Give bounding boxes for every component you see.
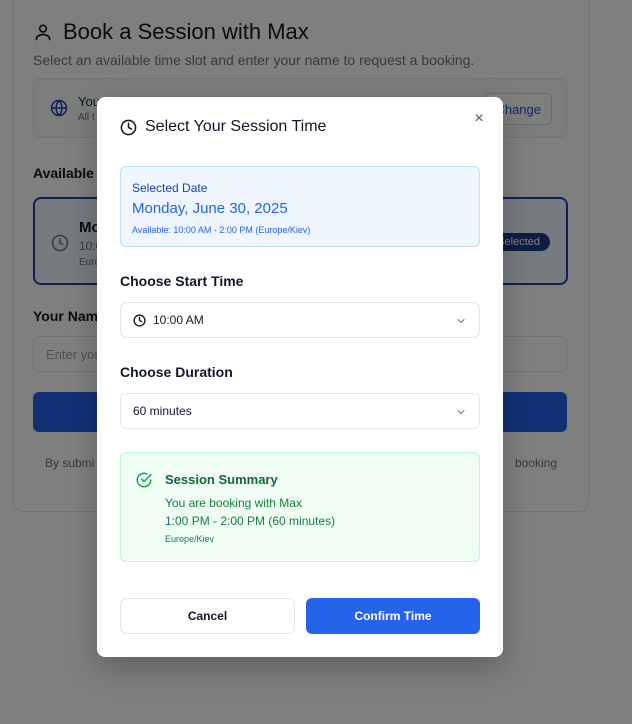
summary-timezone: Europe/Kiev: [165, 534, 215, 544]
duration-select[interactable]: 60 minutes: [120, 393, 480, 429]
clock-icon: [133, 313, 146, 327]
selected-date-label: Selected Date: [132, 181, 208, 195]
summary-host: You are booking with Max: [165, 496, 302, 510]
confirm-time-button[interactable]: Confirm Time: [306, 598, 480, 634]
summary-time-range: 1:00 PM - 2:00 PM (60 minutes): [165, 514, 336, 528]
session-summary: Session Summary You are booking with Max…: [120, 452, 480, 562]
summary-title: Session Summary: [165, 472, 278, 487]
start-time-value: 10:00 AM: [153, 313, 204, 327]
clock-icon: [120, 119, 137, 135]
session-time-modal: × Select Your Session Time Selected Date…: [97, 97, 503, 657]
chevron-down-icon: [457, 410, 465, 415]
check-circle-icon: [136, 472, 152, 488]
modal-title: Select Your Session Time: [120, 118, 326, 136]
close-icon[interactable]: ×: [471, 111, 487, 127]
selected-date-value: Monday, June 30, 2025: [132, 200, 288, 217]
duration-label: Choose Duration: [120, 364, 233, 380]
availability-text: Available: 10:00 AM - 2:00 PM (Europe/Ki…: [132, 225, 311, 235]
start-time-select[interactable]: 10:00 AM: [120, 302, 480, 338]
duration-value: 60 minutes: [133, 404, 192, 418]
selected-date-box: Selected Date Monday, June 30, 2025 Avai…: [120, 166, 480, 247]
chevron-down-icon: [457, 319, 465, 324]
start-time-label: Choose Start Time: [120, 273, 244, 289]
modal-title-text: Select Your Session Time: [145, 118, 327, 135]
cancel-button[interactable]: Cancel: [120, 598, 295, 634]
